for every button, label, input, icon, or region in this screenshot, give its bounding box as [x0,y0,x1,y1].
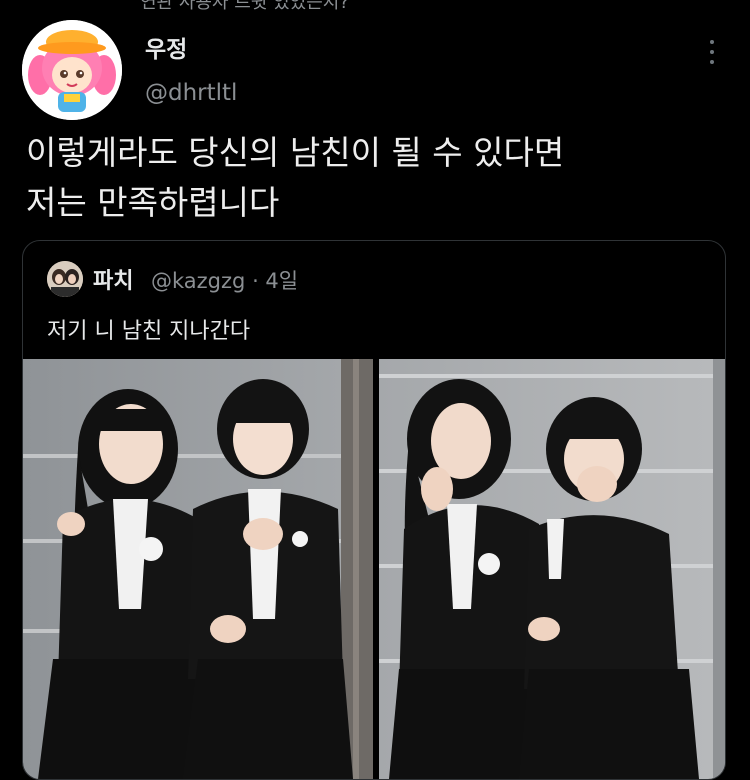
quoted-photo-right[interactable] [379,359,725,779]
tweet-text-line-1: 이렇게라도 당신의 남친이 될 수 있다면 [26,133,565,172]
photo-two-girls-laughing [379,359,725,779]
quoted-author-avatar[interactable] [47,261,83,297]
tweet-text-line-2: 저는 만족하렵니다 [26,183,280,222]
quoted-author-name[interactable]: 파치 [93,263,133,295]
tweet-text: 이렇게라도 당신의 남친이 될 수 있다면 저는 만족하렵니다 [26,128,726,228]
cartoon-girl-avatar-image [22,20,122,120]
author-avatar[interactable] [22,20,122,120]
quoted-avatar-image [47,261,83,297]
previous-tweet-cutoff-text: 연관 사용자 트윗 있었는지? [140,0,349,13]
quoted-tweet-text: 저기 니 남친 지나간다 [47,319,251,344]
quoted-tweet-time: · 4일 [252,269,299,293]
quoted-author-handle[interactable]: @kazgzg [151,269,245,293]
quoted-author-meta: @kazgzg · 4일 [151,265,298,295]
quoted-tweet-card[interactable]: 파치 @kazgzg · 4일 저기 니 남친 지나간다 [22,240,726,780]
more-vertical-icon[interactable] [706,40,718,64]
photo-two-girls-pointing [23,359,373,779]
author-handle[interactable]: @dhrtltl [145,80,237,106]
quoted-photo-left[interactable] [23,359,373,779]
author-name[interactable]: 우정 [145,30,187,64]
